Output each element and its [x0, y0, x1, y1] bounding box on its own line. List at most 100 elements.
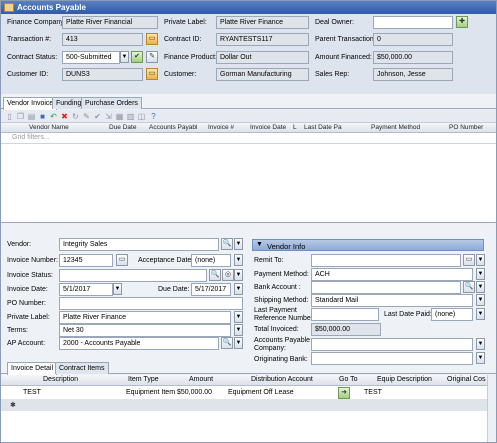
col-description[interactable]: Description	[43, 376, 78, 383]
status-history-icon[interactable]: ✎	[146, 51, 158, 63]
due-date-field[interactable]: 5/17/2017	[191, 283, 231, 296]
payment-method-field[interactable]: ACH	[311, 268, 473, 281]
tab-vendor-invoice[interactable]: Vendor Invoice	[3, 97, 58, 110]
invoice-number-field[interactable]: 12345	[59, 254, 113, 267]
help-icon[interactable]: ?	[149, 112, 158, 121]
transaction-field[interactable]: 413	[62, 33, 143, 46]
bank-account-search-icon[interactable]: 🔍	[463, 281, 475, 293]
payment-method-chevron-down-icon[interactable]: ▼	[476, 268, 485, 280]
bank-account-field[interactable]	[311, 281, 461, 294]
finance-company-field[interactable]: Platte River Financial	[62, 16, 158, 29]
splitter[interactable]	[1, 224, 496, 234]
col-item-type[interactable]: Item Type	[128, 376, 159, 383]
collapse-icon[interactable]: ▼	[256, 241, 263, 248]
cell-distribution-account[interactable]: Equipment Off Lease	[228, 389, 294, 396]
contract-id-field[interactable]: RYANTESTS117	[216, 33, 309, 46]
tab-contract-items[interactable]: Contract Items	[55, 362, 109, 374]
check-icon[interactable]: ✔	[93, 112, 102, 121]
col-original-cost[interactable]: Original Cos	[447, 376, 486, 383]
filter-icon[interactable]: ◫	[137, 112, 146, 121]
ap-company-field[interactable]	[311, 338, 473, 351]
private-label-chevron-down-icon[interactable]: ▼	[234, 311, 243, 323]
export-icon[interactable]: ⇲	[104, 112, 113, 121]
tab-invoice-detail[interactable]: Invoice Detail	[7, 362, 58, 375]
table-row[interactable]: TEST Equipment Item $50,000.00 Equipment…	[1, 387, 496, 399]
col-payment-method[interactable]: Payment Method	[371, 124, 420, 131]
form-private-label-field[interactable]: Platte River Finance	[59, 311, 231, 324]
cell-equip-description[interactable]: TEST	[364, 389, 382, 396]
parent-transaction-field[interactable]: 0	[373, 33, 453, 46]
cell-item-type[interactable]: Equipment Item	[126, 389, 175, 396]
col-po-number[interactable]: PO Number	[449, 124, 483, 131]
deal-owner-field[interactable]	[373, 16, 453, 29]
invoice-status-search-icon[interactable]: 🔍	[209, 269, 221, 281]
new-row[interactable]: ✱	[1, 399, 496, 411]
delete-icon[interactable]: ✖	[60, 112, 69, 121]
private-label-field[interactable]: Platte River Finance	[216, 16, 309, 29]
status-refresh-icon[interactable]: ✔	[131, 51, 143, 63]
invoice-status-chevron-down-icon[interactable]: ▼	[234, 269, 243, 281]
customer-field[interactable]: Gorman Manufacturing	[216, 68, 309, 81]
ap-company-chevron-down-icon[interactable]: ▼	[476, 338, 485, 350]
last-payment-ref-field[interactable]	[311, 308, 379, 321]
shipping-method-field[interactable]: Standard Mail	[311, 294, 473, 307]
go-to-arrow-icon[interactable]: ➜	[338, 387, 350, 399]
customer-folder-icon[interactable]: ▭	[146, 68, 158, 80]
detail-vertical-scrollbar[interactable]	[487, 375, 496, 442]
edit-icon[interactable]: ✎	[82, 112, 91, 121]
vendor-search-icon[interactable]: 🔍	[221, 238, 233, 250]
save-icon[interactable]: ■	[38, 112, 47, 121]
invoice-attach-icon[interactable]: ▭	[116, 254, 128, 266]
acceptance-date-field[interactable]: (none)	[191, 254, 231, 267]
bank-account-chevron-down-icon[interactable]: ▼	[476, 281, 485, 293]
chevron-down-icon[interactable]: ▼	[120, 51, 129, 63]
cell-description[interactable]: TEST	[23, 389, 41, 396]
col-equip-description[interactable]: Equip Description	[377, 376, 432, 383]
col-distribution-account[interactable]: Distribution Account	[251, 376, 313, 383]
columns-icon[interactable]: ▥	[126, 112, 135, 121]
remit-to-field[interactable]	[311, 254, 461, 267]
invoice-date-field[interactable]: 5/1/2017	[59, 283, 113, 296]
vendor-field[interactable]: Integrity Sales	[59, 238, 219, 251]
col-vendor-name[interactable]: Vendor Name	[29, 124, 69, 131]
terms-field[interactable]: Net 30	[59, 324, 231, 337]
last-date-paid-chevron-down-icon[interactable]: ▼	[476, 308, 485, 320]
new-icon[interactable]: ▯	[5, 112, 14, 121]
col-amount[interactable]: Amount	[189, 376, 213, 383]
acceptance-date-chevron-down-icon[interactable]: ▼	[234, 254, 243, 266]
terms-chevron-down-icon[interactable]: ▼	[234, 324, 243, 336]
col-invoice-date[interactable]: Invoice Date	[250, 124, 286, 131]
remit-to-open-icon[interactable]: ▭	[463, 254, 475, 266]
col-go-to[interactable]: Go To	[339, 376, 358, 383]
print-icon[interactable]: ▦	[115, 112, 124, 121]
finance-product-field[interactable]: Dollar Out	[216, 51, 309, 64]
col-l[interactable]: L	[293, 124, 297, 131]
refresh-icon[interactable]: ↻	[71, 112, 80, 121]
undo-icon[interactable]: ↶	[49, 112, 58, 121]
ap-account-chevron-down-icon[interactable]: ▼	[234, 337, 243, 349]
col-invoice-number[interactable]: Invoice #	[208, 124, 234, 131]
last-date-paid-field[interactable]: (none)	[431, 308, 473, 321]
due-date-chevron-down-icon[interactable]: ▼	[234, 283, 243, 295]
shipping-method-chevron-down-icon[interactable]: ▼	[476, 294, 485, 306]
ap-account-field[interactable]: 2000 - Accounts Payable	[59, 337, 219, 350]
vendor-info-header[interactable]: ▼ Vendor Info	[252, 239, 484, 251]
po-number-field[interactable]	[59, 297, 243, 310]
sales-rep-field[interactable]: Johnson, Jesse	[373, 68, 453, 81]
amount-financed-field[interactable]: $50,000.00	[373, 51, 453, 64]
tab-purchase-orders[interactable]: Purchase Orders	[81, 97, 142, 109]
col-due-date[interactable]: Due Date	[109, 124, 136, 131]
copy-icon[interactable]: ❐	[16, 112, 25, 121]
vendor-chevron-down-icon[interactable]: ▼	[234, 238, 243, 250]
col-last-date-paid[interactable]: Last Date Pa	[304, 124, 342, 131]
invoice-status-field[interactable]	[59, 269, 207, 282]
ap-account-search-icon[interactable]: 🔍	[221, 337, 233, 349]
invoice-date-chevron-down-icon[interactable]: ▼	[113, 283, 122, 295]
open-icon[interactable]: ▤	[27, 112, 36, 121]
cell-amount[interactable]: $50,000.00	[177, 389, 212, 396]
col-accounts-payable[interactable]: Accounts Payabl	[149, 124, 197, 131]
remit-to-chevron-down-icon[interactable]: ▼	[476, 254, 485, 266]
invoice-status-clear-icon[interactable]: ◎	[222, 269, 234, 281]
folder-icon[interactable]: ▭	[146, 33, 158, 45]
contract-status-select[interactable]: 500-Submitted	[62, 51, 120, 64]
